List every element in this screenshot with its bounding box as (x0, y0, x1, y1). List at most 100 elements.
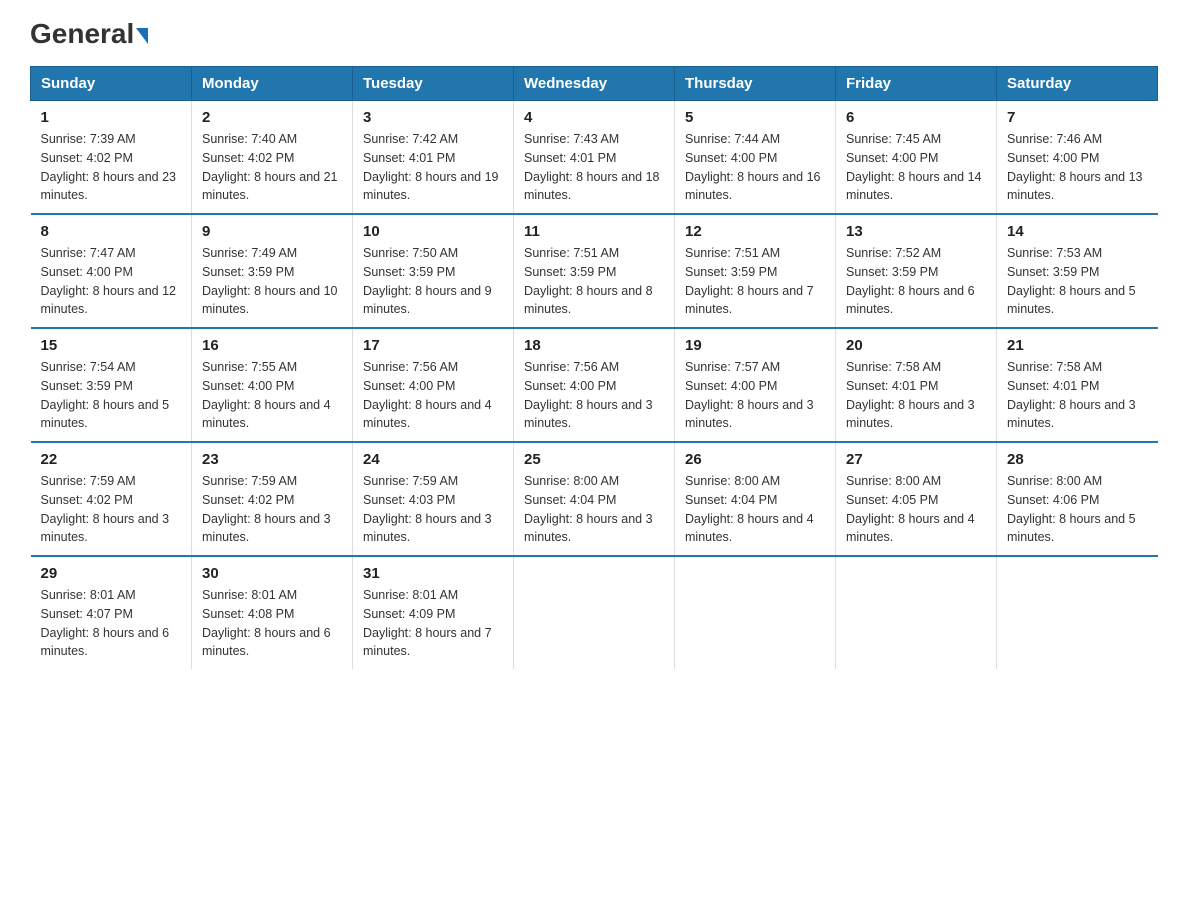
day-number: 2 (202, 109, 342, 126)
weekday-header-monday: Monday (192, 67, 353, 101)
day-number: 22 (41, 451, 182, 468)
day-cell: 20 Sunrise: 7:58 AMSunset: 4:01 PMDaylig… (836, 328, 997, 442)
weekday-header-tuesday: Tuesday (353, 67, 514, 101)
day-info: Sunrise: 7:40 AMSunset: 4:02 PMDaylight:… (202, 132, 338, 202)
day-cell (675, 556, 836, 669)
day-number: 11 (524, 223, 664, 240)
day-cell: 4 Sunrise: 7:43 AMSunset: 4:01 PMDayligh… (514, 101, 675, 215)
day-number: 9 (202, 223, 342, 240)
week-row-2: 8 Sunrise: 7:47 AMSunset: 4:00 PMDayligh… (31, 214, 1158, 328)
day-number: 16 (202, 337, 342, 354)
day-cell: 23 Sunrise: 7:59 AMSunset: 4:02 PMDaylig… (192, 442, 353, 556)
day-cell: 21 Sunrise: 7:58 AMSunset: 4:01 PMDaylig… (997, 328, 1158, 442)
day-info: Sunrise: 7:59 AMSunset: 4:02 PMDaylight:… (41, 474, 170, 544)
day-number: 5 (685, 109, 825, 126)
day-info: Sunrise: 8:01 AMSunset: 4:08 PMDaylight:… (202, 588, 331, 658)
day-cell: 10 Sunrise: 7:50 AMSunset: 3:59 PMDaylig… (353, 214, 514, 328)
day-cell: 16 Sunrise: 7:55 AMSunset: 4:00 PMDaylig… (192, 328, 353, 442)
day-cell: 13 Sunrise: 7:52 AMSunset: 3:59 PMDaylig… (836, 214, 997, 328)
day-info: Sunrise: 8:00 AMSunset: 4:05 PMDaylight:… (846, 474, 975, 544)
day-cell: 18 Sunrise: 7:56 AMSunset: 4:00 PMDaylig… (514, 328, 675, 442)
day-cell (997, 556, 1158, 669)
day-number: 31 (363, 565, 503, 582)
day-number: 25 (524, 451, 664, 468)
day-cell: 1 Sunrise: 7:39 AMSunset: 4:02 PMDayligh… (31, 101, 192, 215)
weekday-header-row: SundayMondayTuesdayWednesdayThursdayFrid… (31, 67, 1158, 101)
week-row-1: 1 Sunrise: 7:39 AMSunset: 4:02 PMDayligh… (31, 101, 1158, 215)
day-number: 30 (202, 565, 342, 582)
day-number: 10 (363, 223, 503, 240)
day-info: Sunrise: 7:56 AMSunset: 4:00 PMDaylight:… (363, 360, 492, 430)
day-number: 20 (846, 337, 986, 354)
day-cell: 6 Sunrise: 7:45 AMSunset: 4:00 PMDayligh… (836, 101, 997, 215)
day-cell: 9 Sunrise: 7:49 AMSunset: 3:59 PMDayligh… (192, 214, 353, 328)
day-cell (514, 556, 675, 669)
week-row-5: 29 Sunrise: 8:01 AMSunset: 4:07 PMDaylig… (31, 556, 1158, 669)
calendar-table: SundayMondayTuesdayWednesdayThursdayFrid… (30, 66, 1158, 669)
day-number: 27 (846, 451, 986, 468)
weekday-header-thursday: Thursday (675, 67, 836, 101)
day-info: Sunrise: 7:51 AMSunset: 3:59 PMDaylight:… (685, 246, 814, 316)
day-cell: 24 Sunrise: 7:59 AMSunset: 4:03 PMDaylig… (353, 442, 514, 556)
day-cell (836, 556, 997, 669)
day-info: Sunrise: 7:50 AMSunset: 3:59 PMDaylight:… (363, 246, 492, 316)
day-number: 15 (41, 337, 182, 354)
day-info: Sunrise: 7:56 AMSunset: 4:00 PMDaylight:… (524, 360, 653, 430)
day-info: Sunrise: 7:39 AMSunset: 4:02 PMDaylight:… (41, 132, 177, 202)
day-number: 24 (363, 451, 503, 468)
logo: General (30, 20, 148, 46)
day-info: Sunrise: 7:57 AMSunset: 4:00 PMDaylight:… (685, 360, 814, 430)
day-info: Sunrise: 7:47 AMSunset: 4:00 PMDaylight:… (41, 246, 177, 316)
day-info: Sunrise: 7:46 AMSunset: 4:00 PMDaylight:… (1007, 132, 1143, 202)
day-info: Sunrise: 7:59 AMSunset: 4:02 PMDaylight:… (202, 474, 331, 544)
week-row-4: 22 Sunrise: 7:59 AMSunset: 4:02 PMDaylig… (31, 442, 1158, 556)
day-cell: 27 Sunrise: 8:00 AMSunset: 4:05 PMDaylig… (836, 442, 997, 556)
day-info: Sunrise: 7:52 AMSunset: 3:59 PMDaylight:… (846, 246, 975, 316)
day-number: 29 (41, 565, 182, 582)
day-number: 23 (202, 451, 342, 468)
day-number: 17 (363, 337, 503, 354)
day-number: 8 (41, 223, 182, 240)
day-cell: 3 Sunrise: 7:42 AMSunset: 4:01 PMDayligh… (353, 101, 514, 215)
day-info: Sunrise: 7:51 AMSunset: 3:59 PMDaylight:… (524, 246, 653, 316)
day-info: Sunrise: 7:49 AMSunset: 3:59 PMDaylight:… (202, 246, 338, 316)
day-cell: 25 Sunrise: 8:00 AMSunset: 4:04 PMDaylig… (514, 442, 675, 556)
day-number: 4 (524, 109, 664, 126)
day-number: 6 (846, 109, 986, 126)
page-header: General (30, 20, 1158, 46)
logo-top: General (30, 20, 148, 48)
day-cell: 8 Sunrise: 7:47 AMSunset: 4:00 PMDayligh… (31, 214, 192, 328)
day-cell: 7 Sunrise: 7:46 AMSunset: 4:00 PMDayligh… (997, 101, 1158, 215)
day-cell: 30 Sunrise: 8:01 AMSunset: 4:08 PMDaylig… (192, 556, 353, 669)
day-cell: 19 Sunrise: 7:57 AMSunset: 4:00 PMDaylig… (675, 328, 836, 442)
day-info: Sunrise: 8:01 AMSunset: 4:07 PMDaylight:… (41, 588, 170, 658)
day-number: 21 (1007, 337, 1148, 354)
day-number: 13 (846, 223, 986, 240)
day-info: Sunrise: 7:42 AMSunset: 4:01 PMDaylight:… (363, 132, 499, 202)
day-info: Sunrise: 7:44 AMSunset: 4:00 PMDaylight:… (685, 132, 821, 202)
day-info: Sunrise: 7:53 AMSunset: 3:59 PMDaylight:… (1007, 246, 1136, 316)
day-cell: 26 Sunrise: 8:00 AMSunset: 4:04 PMDaylig… (675, 442, 836, 556)
logo-triangle-icon (136, 28, 148, 44)
week-row-3: 15 Sunrise: 7:54 AMSunset: 3:59 PMDaylig… (31, 328, 1158, 442)
day-info: Sunrise: 8:01 AMSunset: 4:09 PMDaylight:… (363, 588, 492, 658)
day-cell: 5 Sunrise: 7:44 AMSunset: 4:00 PMDayligh… (675, 101, 836, 215)
day-info: Sunrise: 7:43 AMSunset: 4:01 PMDaylight:… (524, 132, 660, 202)
day-number: 14 (1007, 223, 1148, 240)
day-info: Sunrise: 7:54 AMSunset: 3:59 PMDaylight:… (41, 360, 170, 430)
day-cell: 22 Sunrise: 7:59 AMSunset: 4:02 PMDaylig… (31, 442, 192, 556)
day-info: Sunrise: 8:00 AMSunset: 4:04 PMDaylight:… (524, 474, 653, 544)
day-info: Sunrise: 7:55 AMSunset: 4:00 PMDaylight:… (202, 360, 331, 430)
day-cell: 29 Sunrise: 8:01 AMSunset: 4:07 PMDaylig… (31, 556, 192, 669)
day-number: 1 (41, 109, 182, 126)
day-number: 19 (685, 337, 825, 354)
weekday-header-friday: Friday (836, 67, 997, 101)
day-info: Sunrise: 7:58 AMSunset: 4:01 PMDaylight:… (1007, 360, 1136, 430)
weekday-header-saturday: Saturday (997, 67, 1158, 101)
day-number: 26 (685, 451, 825, 468)
day-number: 12 (685, 223, 825, 240)
day-number: 28 (1007, 451, 1148, 468)
day-cell: 12 Sunrise: 7:51 AMSunset: 3:59 PMDaylig… (675, 214, 836, 328)
weekday-header-wednesday: Wednesday (514, 67, 675, 101)
day-cell: 15 Sunrise: 7:54 AMSunset: 3:59 PMDaylig… (31, 328, 192, 442)
